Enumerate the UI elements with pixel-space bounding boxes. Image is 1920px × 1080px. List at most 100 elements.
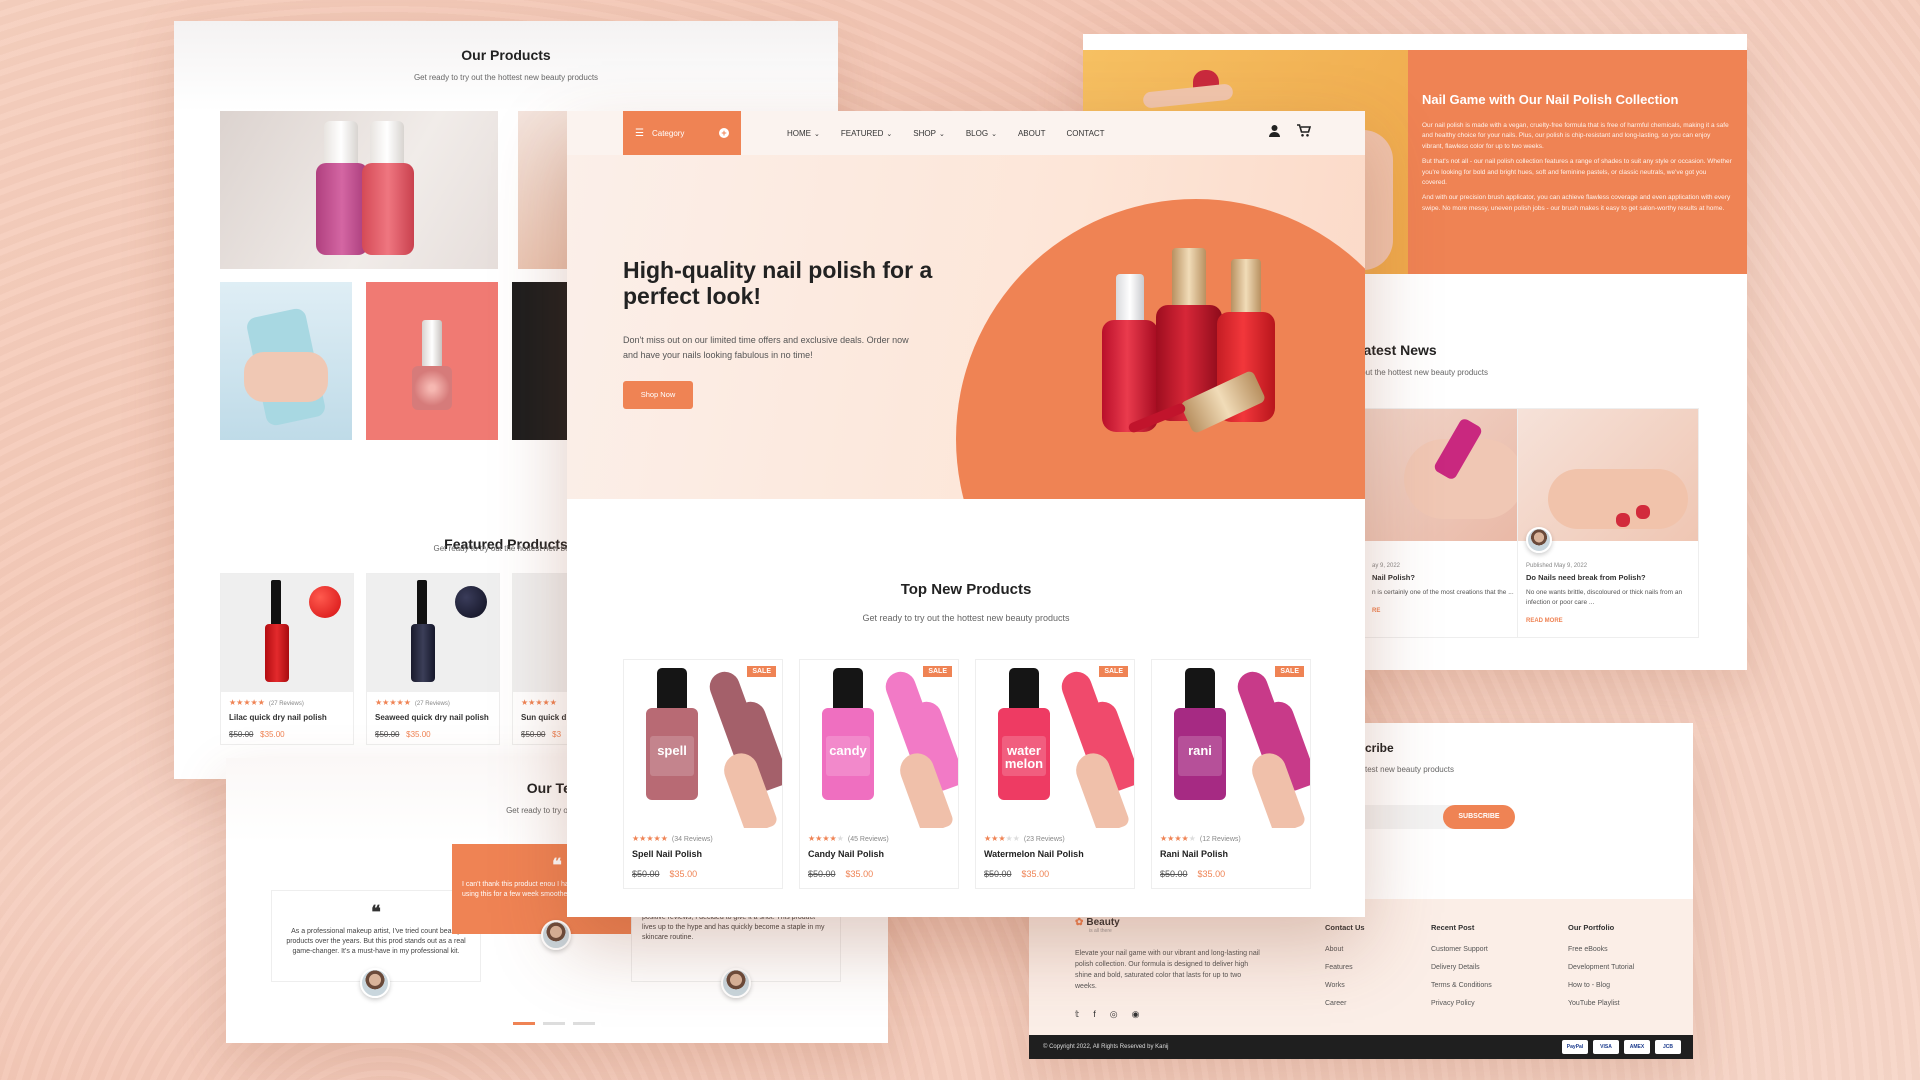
nav-blog[interactable]: BLOG ⌄ [966, 129, 997, 138]
product-image [367, 574, 499, 692]
chevron-down-icon: ⌄ [814, 130, 820, 138]
nail-game-paragraph: And with our precision brush applicator,… [1422, 194, 1731, 212]
our-products-title: Our Products [461, 47, 551, 63]
quote-icon: ❝ [371, 902, 381, 922]
bottle-label: candy [826, 736, 870, 776]
nav-contact[interactable]: CONTACT [1067, 129, 1105, 138]
footer-link[interactable]: Career [1325, 1000, 1365, 1007]
sale-badge: SALE [747, 666, 776, 677]
rating-stars: ★★★★★ (12 Reviews) [1160, 834, 1241, 843]
essie-bottles-photo [220, 111, 498, 269]
footer-link[interactable]: Development Tutorial [1568, 964, 1634, 971]
polish-bottle: candy [822, 668, 874, 800]
paypal-icon: PayPal [1562, 1040, 1588, 1054]
featured-product-card[interactable]: ★★★★★ (27 Reviews) Seaweed quick dry nail… [366, 573, 500, 745]
phone-hands-photo [220, 282, 352, 440]
news-date: Published May 9, 2022 [1526, 563, 1588, 569]
footer-link[interactable]: Terms & Conditions [1431, 982, 1492, 989]
hero-text: Don't miss out on our limited time offer… [623, 335, 909, 361]
news-title: Do Nails need break from Polish? [1526, 573, 1646, 582]
top-navbar: ☰ Category + HOME ⌄ FEATURED ⌄ SHOP ⌄ BLOG ⌄… [567, 111, 1365, 155]
footer-link[interactable]: Privacy Policy [1431, 1000, 1492, 1007]
copyright-text: © Copyright 2022, All Rights Reserved by… [1043, 1044, 1169, 1050]
polish-bottle: rani [1174, 668, 1226, 800]
our-products-subtitle: Get ready to try out the hottest new bea… [413, 73, 599, 82]
product-price: $50.00 $35.00 [229, 730, 285, 739]
footer-link[interactable]: Features [1325, 964, 1365, 971]
product-name: Lilac quick dry nail polish [229, 713, 327, 722]
nav-featured[interactable]: FEATURED ⌄ [841, 129, 892, 138]
top-products-title: Top New Products [900, 581, 1032, 598]
subscribe-title: cribe [1365, 741, 1394, 755]
footer-link[interactable]: Works [1325, 982, 1365, 989]
carousel-dot[interactable] [543, 1022, 565, 1025]
category-label: Category [651, 128, 685, 138]
footer-link[interactable]: Customer Support [1431, 946, 1492, 953]
category-button[interactable]: ☰ Category + [623, 111, 741, 155]
chevron-down-icon: ⌄ [938, 130, 945, 138]
footer-link[interactable]: Free eBooks [1568, 946, 1634, 953]
chevron-down-icon: ⌄ [991, 130, 997, 138]
bottle-label: spell [650, 736, 694, 776]
column-heading: Our Portfolio [1568, 923, 1615, 932]
footer-recent-column: Recent Post Customer Support Delivery De… [1431, 923, 1492, 1018]
footer-brand: ✿ Beauty is all there [1075, 917, 1120, 934]
sale-badge: SALE [1099, 666, 1128, 677]
product-card[interactable]: spell SALE ★★★★★ (34 Reviews) Spell Nail Pol… [623, 659, 783, 889]
facebook-icon[interactable]: f [1093, 1009, 1096, 1020]
rating-stars: ★★★★★ (23 Reviews) [984, 834, 1065, 843]
nail-game-title: Nail Game with Our Nail Polish Collectio… [1422, 92, 1679, 107]
news-excerpt: n is certainly one of the most creations… [1372, 589, 1514, 596]
column-heading: Recent Post [1431, 923, 1475, 932]
twitter-icon[interactable]: 𝕥 [1075, 1009, 1079, 1020]
nav-shop[interactable]: SHOP ⌄ [913, 129, 945, 138]
footer-link[interactable]: How to - Blog [1568, 982, 1634, 989]
latest-news-subtitle: y out the hottest new beauty products [1355, 368, 1488, 377]
brand-tagline: is all there [1089, 928, 1112, 934]
copyright-bar: © Copyright 2022, All Rights Reserved by… [1029, 1035, 1693, 1059]
polish-bottle: water melon [998, 668, 1050, 800]
read-more-link[interactable]: READ MORE [1526, 618, 1690, 624]
product-card[interactable]: candy SALE ★★★★★ (45 Reviews) Candy Nail Pol… [799, 659, 959, 889]
nav-about[interactable]: ABOUT [1018, 129, 1046, 138]
carousel-dot[interactable] [573, 1022, 595, 1025]
sale-badge: SALE [923, 666, 952, 677]
user-icon[interactable] [1268, 124, 1281, 140]
rating-stars: ★★★★★ (27 Reviews) [375, 698, 450, 707]
nav-icons [1268, 124, 1312, 140]
shop-now-button[interactable]: Shop Now [623, 381, 693, 409]
hero-section: High-quality nail polish for a perfect l… [567, 155, 1365, 499]
amex-icon: AMEX [1624, 1040, 1650, 1054]
footer-link[interactable]: YouTube Playlist [1568, 1000, 1634, 1007]
top-products-subtitle: Get ready to try out the hottest new bea… [862, 613, 1070, 623]
product-name: Rani Nail Polish [1160, 849, 1229, 859]
footer-link[interactable]: Delivery Details [1431, 964, 1492, 971]
instagram-icon[interactable]: ◎ [1110, 1009, 1118, 1020]
hamburger-icon: ☰ [635, 127, 644, 139]
brand-logo-icon: ✿ [1075, 917, 1084, 928]
news-image [1518, 409, 1698, 541]
footer-description: Elevate your nail game with our vibrant … [1075, 950, 1260, 990]
social-links: 𝕥 f ◎ ◉ [1075, 1009, 1139, 1020]
news-excerpt: No one wants brittle, discoloured or thi… [1526, 589, 1683, 606]
product-card[interactable]: rani SALE ★★★★★ (12 Reviews) Rani Nail Polis… [1151, 659, 1311, 889]
product-image: water melon SALE [976, 660, 1134, 828]
product-image: spell SALE [624, 660, 782, 828]
latest-news-title: Latest News [1355, 342, 1437, 358]
news-card[interactable]: Published May 9, 2022 Do Nails need brea… [1517, 408, 1699, 638]
product-card[interactable]: water melon SALE ★★★★★ (23 Reviews) Watermel… [975, 659, 1135, 889]
carousel-dots[interactable] [513, 1022, 595, 1025]
subscribe-button[interactable]: SUBSCRIBE [1443, 805, 1515, 829]
hero-title: High-quality nail polish for a perfect l… [623, 257, 933, 310]
featured-product-card[interactable]: ★★★★★ (27 Reviews) Lilac quick dry nail p… [220, 573, 354, 745]
product-name: Seaweed quick dry nail polish [375, 713, 489, 722]
footer-link[interactable]: About [1325, 946, 1365, 953]
product-name: Spell Nail Polish [632, 849, 703, 859]
cart-icon[interactable] [1297, 124, 1312, 140]
sale-badge: SALE [1275, 666, 1304, 677]
carousel-dot[interactable] [513, 1022, 535, 1025]
read-more-link[interactable]: RE [1372, 608, 1536, 614]
product-price: $50.00 $35.00 [375, 730, 431, 739]
github-icon[interactable]: ◉ [1132, 1009, 1140, 1020]
nav-home[interactable]: HOME ⌄ [787, 129, 820, 138]
